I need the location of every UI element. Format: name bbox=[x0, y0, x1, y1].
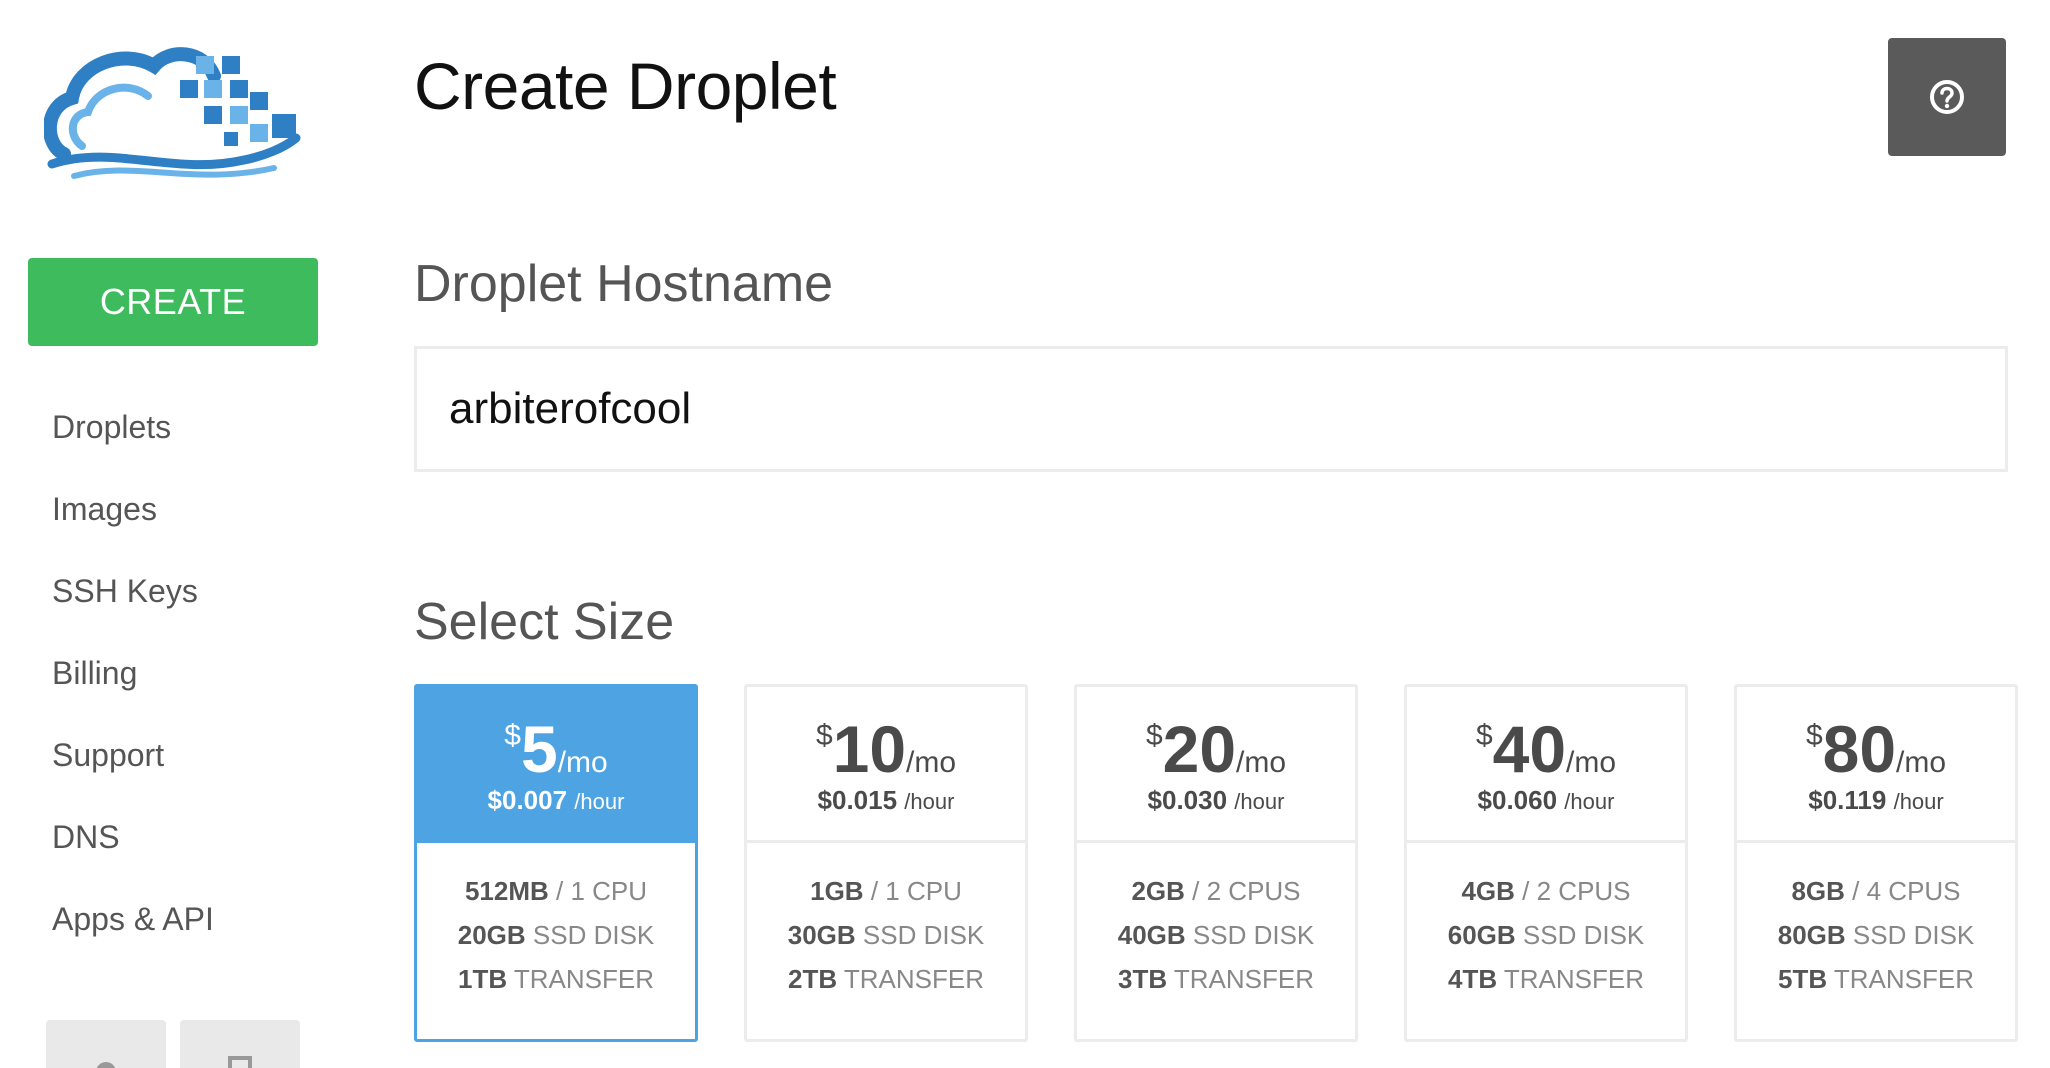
size-card-specs: 512MB / 1 CPU 20GB SSD DISK 1TB TRANSFER bbox=[417, 843, 695, 1001]
disk-value: 60GB bbox=[1447, 920, 1516, 950]
disk-label: SSD DISK bbox=[532, 920, 655, 950]
currency-symbol: $ bbox=[1145, 719, 1163, 752]
sidebar-item-billing[interactable]: Billing bbox=[52, 646, 214, 728]
currency-symbol: $ bbox=[1475, 719, 1493, 752]
ram-value: 2GB bbox=[1131, 876, 1185, 906]
disk-label: SSD DISK bbox=[862, 920, 985, 950]
sidebar-nav: Droplets Images SSH Keys Billing Support… bbox=[52, 400, 214, 974]
transfer-value: 3TB bbox=[1117, 964, 1168, 994]
help-button[interactable] bbox=[1888, 38, 2006, 156]
ram-value: 512MB bbox=[464, 876, 549, 906]
per-hour-label: /hour bbox=[574, 789, 625, 814]
per-month-label: /mo bbox=[906, 746, 957, 779]
disk-label: SSD DISK bbox=[1192, 920, 1315, 950]
logout-icon bbox=[228, 1056, 252, 1068]
monthly-price: 80 bbox=[1822, 712, 1897, 786]
transfer-value: 4TB bbox=[1447, 964, 1498, 994]
page-title: Create Droplet bbox=[414, 49, 837, 123]
size-card-40[interactable]: $40/mo $0.060 /hour 4GB / 2 CPUS 60GB SS… bbox=[1404, 684, 1688, 1042]
question-circle-icon bbox=[1930, 80, 1964, 114]
page: CREATE Droplets Images SSH Keys Billing … bbox=[0, 0, 2050, 1068]
currency-symbol: $ bbox=[815, 719, 833, 752]
transfer-label: TRANSFER bbox=[843, 964, 984, 994]
sidebar-item-ssh-keys[interactable]: SSH Keys bbox=[52, 564, 214, 646]
disk-label: SSD DISK bbox=[1852, 920, 1975, 950]
size-card-specs: 4GB / 2 CPUS 60GB SSD DISK 4TB TRANSFER bbox=[1407, 843, 1685, 1001]
cpu-value: / 4 CPUS bbox=[1852, 876, 1961, 906]
sidebar-item-images[interactable]: Images bbox=[52, 482, 214, 564]
per-hour-label: /hour bbox=[1893, 789, 1944, 814]
per-hour-label: /hour bbox=[904, 789, 955, 814]
transfer-value: 5TB bbox=[1777, 964, 1828, 994]
sidebar-item-dns[interactable]: DNS bbox=[52, 810, 214, 892]
settings-button[interactable] bbox=[46, 1020, 166, 1068]
logout-button[interactable] bbox=[180, 1020, 300, 1068]
gear-icon bbox=[96, 1062, 116, 1068]
per-month-label: /mo bbox=[1896, 746, 1947, 779]
size-card-5[interactable]: $5/mo $0.007 /hour 512MB / 1 CPU 20GB SS… bbox=[414, 684, 698, 1042]
per-hour-label: /hour bbox=[1234, 789, 1285, 814]
ram-value: 8GB bbox=[1791, 876, 1845, 906]
transfer-value: 2TB bbox=[787, 964, 838, 994]
ram-value: 1GB bbox=[810, 876, 864, 906]
size-card-specs: 2GB / 2 CPUS 40GB SSD DISK 3TB TRANSFER bbox=[1077, 843, 1355, 1001]
size-card-price: $20/mo $0.030 /hour bbox=[1077, 687, 1355, 843]
monthly-price: 5 bbox=[520, 712, 558, 786]
cpu-value: / 2 CPUS bbox=[1192, 876, 1301, 906]
hostname-input[interactable] bbox=[414, 346, 2008, 472]
cpu-value: / 1 CPU bbox=[556, 876, 648, 906]
disk-value: 30GB bbox=[787, 920, 856, 950]
transfer-label: TRANSFER bbox=[513, 964, 654, 994]
ram-value: 4GB bbox=[1461, 876, 1515, 906]
hourly-price: $0.007 bbox=[487, 785, 568, 815]
size-card-10[interactable]: $10/mo $0.015 /hour 1GB / 1 CPU 30GB SSD… bbox=[744, 684, 1028, 1042]
monthly-price: 40 bbox=[1492, 712, 1567, 786]
monthly-price: 10 bbox=[832, 712, 907, 786]
disk-value: 20GB bbox=[457, 920, 526, 950]
currency-symbol: $ bbox=[504, 719, 521, 752]
monthly-price: 20 bbox=[1162, 712, 1237, 786]
transfer-label: TRANSFER bbox=[1833, 964, 1974, 994]
hostname-label: Droplet Hostname bbox=[414, 255, 834, 313]
per-hour-label: /hour bbox=[1564, 789, 1615, 814]
digitalocean-logo bbox=[44, 47, 301, 179]
size-card-price: $40/mo $0.060 /hour bbox=[1407, 687, 1685, 843]
hourly-price: $0.119 bbox=[1808, 785, 1887, 815]
sidebar-item-apps-api[interactable]: Apps & API bbox=[52, 892, 214, 974]
per-month-label: /mo bbox=[1236, 746, 1287, 779]
hourly-price: $0.030 bbox=[1147, 785, 1228, 815]
size-card-price: $10/mo $0.015 /hour bbox=[747, 687, 1025, 843]
per-month-label: /mo bbox=[1566, 746, 1617, 779]
size-card-specs: 1GB / 1 CPU 30GB SSD DISK 2TB TRANSFER bbox=[747, 843, 1025, 1001]
hourly-price: $0.015 bbox=[817, 785, 898, 815]
size-card-price: $5/mo $0.007 /hour bbox=[417, 687, 695, 843]
sidebar-item-droplets[interactable]: Droplets bbox=[52, 400, 214, 482]
size-card-80[interactable]: $80/mo $0.119 /hour 8GB / 4 CPUS 80GB SS… bbox=[1734, 684, 2018, 1042]
cpu-value: / 2 CPUS bbox=[1522, 876, 1631, 906]
disk-value: 80GB bbox=[1777, 920, 1846, 950]
disk-value: 40GB bbox=[1117, 920, 1186, 950]
transfer-label: TRANSFER bbox=[1503, 964, 1644, 994]
hourly-price: $0.060 bbox=[1477, 785, 1558, 815]
size-card-price: $80/mo $0.119 /hour bbox=[1737, 687, 2015, 843]
create-button[interactable]: CREATE bbox=[28, 258, 318, 346]
select-size-label: Select Size bbox=[414, 593, 675, 651]
size-card-specs: 8GB / 4 CPUS 80GB SSD DISK 5TB TRANSFER bbox=[1737, 843, 2015, 1001]
sidebar-item-support[interactable]: Support bbox=[52, 728, 214, 810]
disk-label: SSD DISK bbox=[1522, 920, 1645, 950]
transfer-label: TRANSFER bbox=[1173, 964, 1314, 994]
currency-symbol: $ bbox=[1805, 719, 1823, 752]
size-card-20[interactable]: $20/mo $0.030 /hour 2GB / 2 CPUS 40GB SS… bbox=[1074, 684, 1358, 1042]
per-month-label: /mo bbox=[557, 746, 608, 779]
cpu-value: / 1 CPU bbox=[870, 876, 962, 906]
transfer-value: 1TB bbox=[457, 964, 508, 994]
